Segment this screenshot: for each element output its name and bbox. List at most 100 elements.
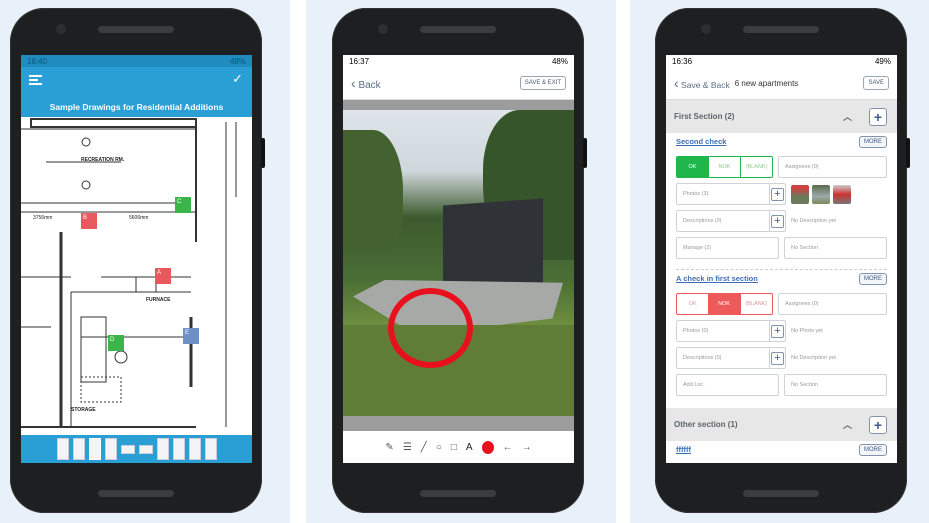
photos-field[interactable]: Photos (3) + [676, 183, 786, 205]
page-thumbnail[interactable] [88, 438, 101, 460]
site-photo [343, 110, 574, 416]
marker-d[interactable]: D [108, 335, 124, 351]
page-thumbnail[interactable] [104, 438, 117, 460]
option-blank[interactable]: (BLANK) [740, 157, 772, 177]
option-blank[interactable]: (BLANK) [739, 294, 772, 314]
add-photo-button[interactable]: + [769, 184, 785, 204]
add-description-button[interactable]: + [769, 348, 785, 368]
photo-thumbnail[interactable] [791, 184, 809, 204]
location-field[interactable]: Add Loc. [676, 374, 779, 396]
photo-thumbnail[interactable] [812, 184, 830, 204]
section-header[interactable]: First Section (2) ︿ + [666, 100, 897, 133]
volume-button [906, 138, 910, 168]
phone-checklist: 16:36 49% ‹ Save & Back 6 new apartments … [655, 8, 910, 513]
square-icon[interactable]: □ [451, 442, 457, 453]
line-icon[interactable]: ╱ [421, 442, 427, 453]
page-thumbnail[interactable] [138, 444, 153, 454]
add-check-button[interactable]: + [869, 107, 887, 126]
check-name-link[interactable]: Second check [676, 137, 887, 151]
more-button[interactable]: MORE [859, 273, 887, 285]
marker-a[interactable]: A [155, 268, 171, 284]
photos-label: Photos (3) [683, 191, 709, 197]
page-thumbnail[interactable] [56, 438, 69, 460]
app-header: ‹ Back SAVE & EXIT [343, 67, 574, 100]
add-photo-button[interactable]: + [769, 321, 785, 341]
photo-note: No Photo yet [791, 328, 823, 334]
app-header: ‹ Save & Back 6 new apartments SAVE [666, 67, 897, 100]
plus-icon: + [771, 187, 784, 201]
status-time: 16:37 [349, 56, 370, 66]
descriptions-field[interactable]: Descriptions (0) + [676, 347, 786, 369]
check-icon[interactable]: ✓ [232, 71, 243, 87]
section-field[interactable]: No Section [784, 237, 887, 259]
option-ok[interactable]: OK [677, 294, 708, 314]
check-name-link[interactable]: A check in first section [676, 274, 887, 288]
status-bar: 16:40 48% [21, 55, 252, 67]
camera [378, 24, 388, 34]
check-name-link[interactable]: ffffff [676, 445, 887, 459]
save-exit-button[interactable]: SAVE & EXIT [519, 76, 566, 90]
photo-thumbnails [791, 183, 887, 205]
brush-icon[interactable]: ✎ [385, 442, 393, 453]
color-icon[interactable] [481, 440, 494, 454]
assignees-field[interactable]: Assignees (0) [778, 156, 887, 178]
screen: 16:40 48% ✓ Sample Drawings for Residenti… [21, 55, 252, 463]
chevron-left-icon: ‹ [674, 75, 679, 91]
plus-icon: + [771, 351, 784, 365]
plus-icon: + [771, 324, 784, 338]
add-check-button[interactable]: + [869, 415, 887, 434]
page-thumbnail[interactable] [156, 438, 169, 460]
save-button[interactable]: SAVE [863, 76, 889, 90]
more-button[interactable]: MORE [859, 136, 887, 148]
option-nok[interactable]: NOK [708, 294, 740, 314]
status-time: 16:40 [27, 56, 48, 66]
photos-field[interactable]: Photos (0) + [676, 320, 786, 342]
chevron-up-icon[interactable]: ︿ [843, 418, 852, 431]
text-icon[interactable]: A [466, 442, 473, 453]
more-button[interactable]: MORE [859, 444, 887, 456]
speaker [743, 26, 819, 33]
plan-label: FURNACE [146, 297, 171, 303]
circle-icon[interactable]: ○ [436, 442, 442, 453]
back-button[interactable]: ‹ Back [351, 75, 381, 91]
section-field[interactable]: No Section [784, 374, 887, 396]
page-thumbnail[interactable] [172, 438, 185, 460]
marker-e[interactable]: E [183, 328, 199, 344]
bottom-speaker [420, 490, 496, 497]
hamburger-icon[interactable] [29, 75, 42, 85]
section-header[interactable]: Other section (1) ︿ + [666, 408, 897, 441]
stroke-width-icon[interactable]: ☰ [403, 442, 412, 453]
section-title: Other section (1) [674, 420, 738, 429]
page-thumbnail[interactable] [120, 444, 135, 454]
bottom-speaker [743, 490, 819, 497]
add-description-button[interactable]: + [769, 211, 785, 231]
descriptions-field[interactable]: Descriptions (0) + [676, 210, 786, 232]
option-ok[interactable]: OK [677, 157, 708, 177]
descriptions-label: Descriptions (0) [683, 218, 722, 224]
marker-b[interactable]: B [81, 213, 97, 229]
floor-plan-drawing [21, 118, 237, 428]
floor-plan[interactable]: RECREATION RM. FURNACE STORAGE 3756mm 56… [21, 117, 252, 435]
photo-canvas[interactable] [343, 100, 574, 431]
check-item: Second check MORE OK NOK (BLANK) Assigne… [666, 133, 897, 263]
undo-icon[interactable]: ← [503, 442, 513, 453]
page-thumbnails [21, 435, 252, 463]
chevron-up-icon[interactable]: ︿ [843, 110, 852, 123]
page-thumbnail[interactable] [204, 438, 217, 460]
page-thumbnail[interactable] [188, 438, 201, 460]
plus-icon: + [771, 214, 784, 228]
redo-icon[interactable]: → [522, 442, 532, 453]
page-thumbnail[interactable] [72, 438, 85, 460]
status-battery: 48% [229, 56, 246, 66]
bottom-speaker [98, 490, 174, 497]
status-toggle: OK NOK (BLANK) [676, 293, 773, 315]
option-nok[interactable]: NOK [708, 157, 740, 177]
assignees-field[interactable]: Assignees (0) [778, 293, 887, 315]
status-toggle: OK NOK (BLANK) [676, 156, 773, 178]
location-field[interactable]: Manage (2) [676, 237, 779, 259]
back-button[interactable]: ‹ Save & Back [674, 75, 730, 91]
photo-thumbnail[interactable] [833, 184, 851, 204]
marker-c[interactable]: C [175, 197, 191, 213]
volume-button [261, 138, 265, 168]
status-battery: 48% [551, 56, 568, 66]
